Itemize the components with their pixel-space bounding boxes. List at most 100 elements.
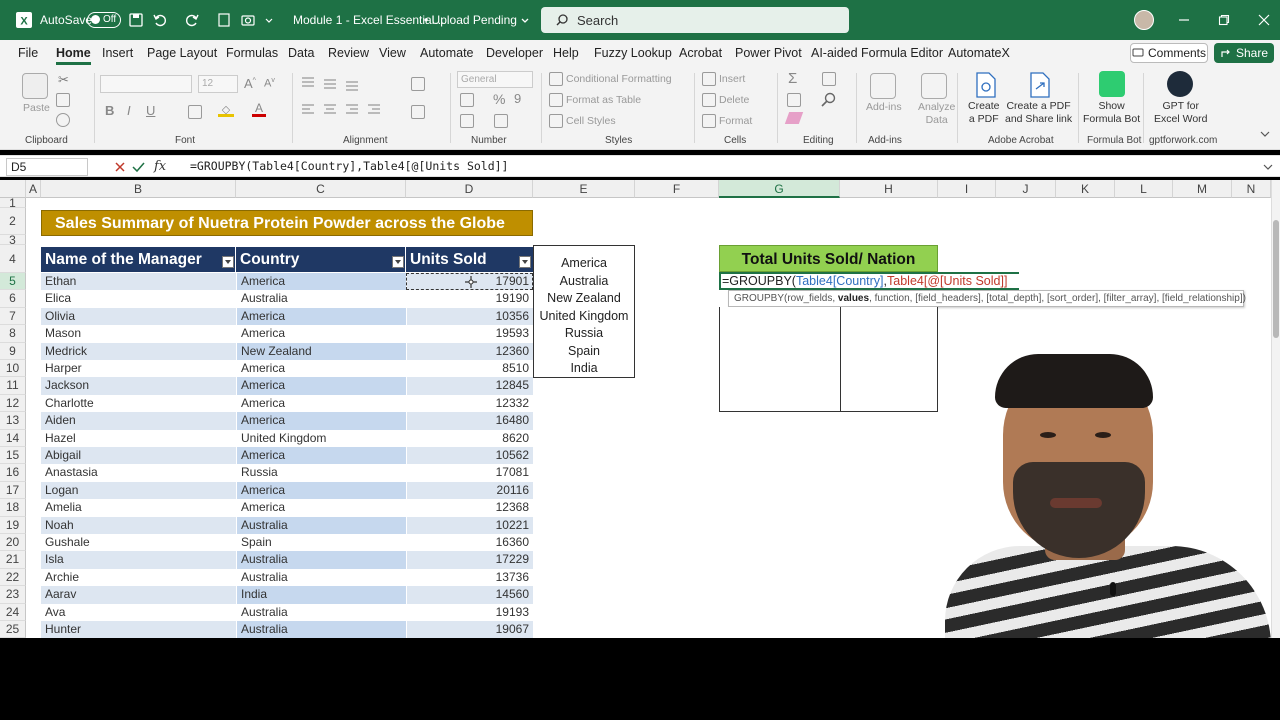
country-cell[interactable]: India	[236, 586, 406, 604]
gpt-excel-word-button[interactable]: GPT for Excel Word	[1154, 100, 1208, 126]
units-cell[interactable]: 10562	[406, 447, 533, 465]
row-header-25[interactable]: 25	[0, 621, 26, 639]
units-cell[interactable]: 17229	[406, 551, 533, 569]
country-list-item[interactable]: Spain	[534, 344, 634, 358]
tab-view[interactable]: View	[379, 46, 406, 60]
number-format-select[interactable]: General	[457, 71, 533, 88]
conditional-formatting-button[interactable]: Conditional Formatting	[566, 73, 672, 85]
column-header-a[interactable]: A	[26, 180, 41, 198]
pdf-share-icon[interactable]	[1028, 72, 1052, 98]
units-cell[interactable]: 12360	[406, 342, 533, 360]
paste-icon[interactable]	[22, 73, 48, 99]
row-header-9[interactable]: 9	[0, 342, 26, 360]
insert-cells-icon[interactable]	[702, 72, 716, 86]
borders-icon[interactable]	[188, 105, 202, 119]
manager-cell[interactable]: Jackson	[41, 377, 236, 395]
row-header-24[interactable]: 24	[0, 603, 26, 621]
minimize-icon[interactable]	[1178, 0, 1190, 40]
format-as-table-button[interactable]: Format as Table	[566, 94, 641, 106]
units-cell[interactable]: 8510	[406, 360, 533, 378]
units-cell[interactable]: 10221	[406, 516, 533, 534]
form-icon[interactable]	[216, 0, 232, 40]
tab-acrobat[interactable]: Acrobat	[679, 46, 722, 60]
row-header-22[interactable]: 22	[0, 568, 26, 587]
filter-dropdown-icon[interactable]	[519, 256, 531, 268]
row-header-10[interactable]: 10	[0, 360, 26, 378]
manager-cell[interactable]: Gushale	[41, 534, 236, 552]
country-list-item[interactable]: Australia	[534, 274, 634, 288]
share-button[interactable]: Share	[1214, 43, 1274, 63]
font-name-select[interactable]	[100, 75, 192, 93]
column-header-f[interactable]: F	[635, 180, 719, 198]
country-cell[interactable]: Australia	[236, 290, 406, 308]
collapse-ribbon-icon[interactable]	[1259, 129, 1271, 139]
row-header-7[interactable]: 7	[0, 307, 26, 326]
clear-icon[interactable]	[784, 112, 804, 124]
manager-cell[interactable]: Amelia	[41, 499, 236, 517]
analyze-data-button[interactable]: Analyze Data	[918, 101, 955, 127]
tab-fuzzy-lookup[interactable]: Fuzzy Lookup	[594, 46, 672, 60]
find-select-icon[interactable]	[820, 91, 838, 109]
units-cell[interactable]: 19190	[406, 290, 533, 308]
vertical-scrollbar[interactable]	[1271, 180, 1280, 638]
create-pdf-button[interactable]: Create a PDF	[968, 100, 1000, 126]
decrease-font-icon[interactable]: Av	[264, 77, 275, 90]
manager-cell[interactable]: Abigail	[41, 447, 236, 465]
save-icon[interactable]	[128, 0, 144, 40]
column-header-n[interactable]: N	[1232, 180, 1271, 198]
country-cell[interactable]: Spain	[236, 534, 406, 552]
sheet-title-banner[interactable]: Sales Summary of Nuetra Protein Powder a…	[41, 210, 533, 236]
country-list-item[interactable]: New Zealand	[534, 291, 634, 305]
increase-font-icon[interactable]: A^	[244, 76, 256, 91]
tab-automate[interactable]: Automate	[420, 46, 474, 60]
font-color-icon[interactable]: A	[252, 101, 266, 117]
insert-cells-button[interactable]: Insert	[719, 73, 745, 85]
format-painter-icon[interactable]	[56, 113, 70, 127]
units-cell[interactable]: 13736	[406, 568, 533, 587]
row-header-18[interactable]: 18	[0, 499, 26, 517]
row-header-20[interactable]: 20	[0, 534, 26, 552]
pdf-icon[interactable]	[974, 72, 998, 98]
country-cell[interactable]: New Zealand	[236, 342, 406, 360]
country-cell[interactable]: America	[236, 325, 406, 343]
column-header-e[interactable]: E	[533, 180, 635, 198]
conditional-formatting-icon[interactable]	[549, 72, 563, 86]
row-header-14[interactable]: 14	[0, 429, 26, 447]
manager-cell[interactable]: Hunter	[41, 621, 236, 639]
filter-dropdown-icon[interactable]	[222, 256, 234, 268]
manager-cell[interactable]: Elica	[41, 290, 236, 308]
row-header-2[interactable]: 2	[0, 208, 26, 235]
country-cell[interactable]: Australia	[236, 551, 406, 569]
formula-bot-icon[interactable]	[1099, 71, 1125, 97]
autosave-toggle[interactable]: Off	[83, 0, 121, 40]
format-cells-icon[interactable]	[702, 114, 716, 128]
tab-review[interactable]: Review	[328, 46, 369, 60]
units-cell[interactable]: 12332	[406, 394, 533, 413]
addins-icon[interactable]	[870, 73, 896, 99]
row-header-5[interactable]: 5	[0, 273, 26, 291]
manager-cell[interactable]: Hazel	[41, 429, 236, 447]
row-header-6[interactable]: 6	[0, 290, 26, 308]
country-cell[interactable]: America	[236, 360, 406, 378]
units-cell[interactable]: 19067	[406, 621, 533, 639]
alignment-icons[interactable]	[300, 75, 400, 125]
country-cell[interactable]: America	[236, 481, 406, 500]
confirm-formula-icon[interactable]	[132, 161, 145, 173]
upload-status[interactable]: • Upload Pending	[424, 0, 530, 40]
close-icon[interactable]	[1258, 0, 1270, 40]
manager-cell[interactable]: Aarav	[41, 586, 236, 604]
autosum-icon[interactable]: Σ	[788, 70, 797, 87]
manager-cell[interactable]: Archie	[41, 568, 236, 587]
country-list-item[interactable]: Russia	[534, 326, 634, 340]
fill-color-icon[interactable]: ◇	[218, 103, 234, 117]
country-list-item[interactable]: India	[534, 361, 634, 375]
row-header-13[interactable]: 13	[0, 412, 26, 430]
document-title[interactable]: Module 1 - Excel Essential...	[293, 0, 444, 40]
tab-ai-formula-editor[interactable]: AI-aided Formula Editor	[811, 46, 943, 60]
camera-icon[interactable]	[240, 0, 256, 40]
units-cell[interactable]: 19593	[406, 325, 533, 343]
formula-input[interactable]: =GROUPBY(Table4[Country],Table4[@[Units …	[190, 159, 509, 173]
tab-formulas[interactable]: Formulas	[226, 46, 278, 60]
units-cell[interactable]: 16480	[406, 412, 533, 430]
manager-cell[interactable]: Medrick	[41, 342, 236, 360]
